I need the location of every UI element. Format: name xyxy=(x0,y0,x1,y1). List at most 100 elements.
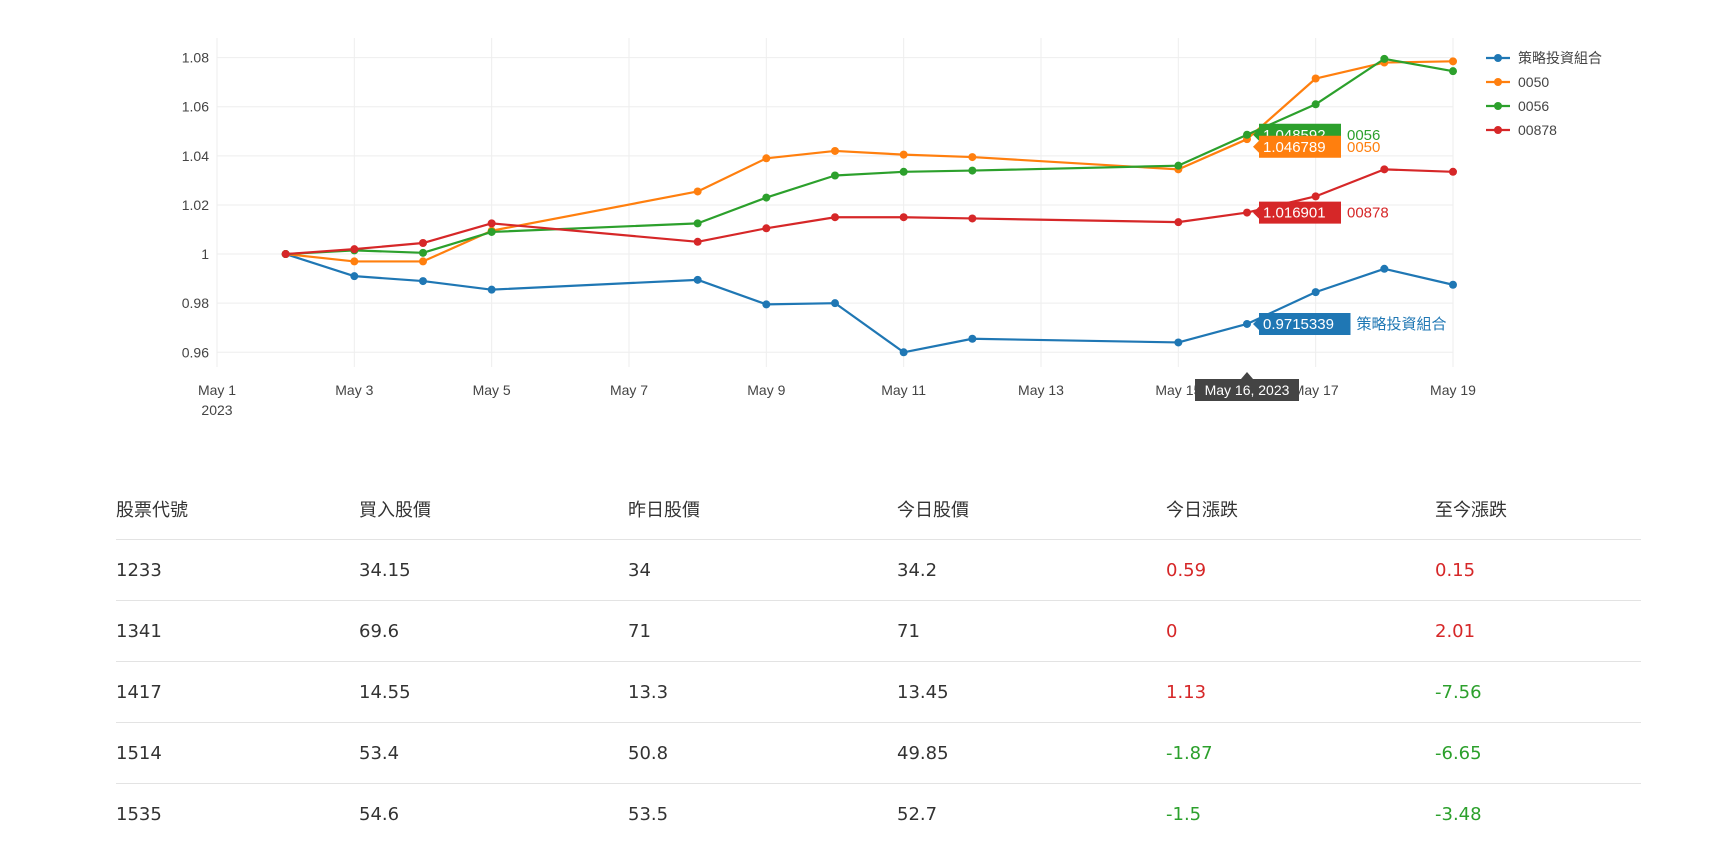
data-point xyxy=(1243,320,1251,328)
cell-buy-price: 69.6 xyxy=(359,601,628,662)
data-point xyxy=(694,276,702,284)
data-point xyxy=(1312,288,1320,296)
performance-chart[interactable]: 0.960.9811.021.041.061.08May 12023May 3M… xyxy=(0,0,1734,440)
data-point xyxy=(1380,165,1388,173)
y-tick-label: 1 xyxy=(201,246,209,262)
cell-stock-code: 1417 xyxy=(116,662,359,723)
data-point xyxy=(419,249,427,257)
data-point xyxy=(968,153,976,161)
header-yesterday-price: 昨日股價 xyxy=(628,478,897,540)
data-point xyxy=(488,219,496,227)
data-point xyxy=(419,239,427,247)
x-tick-label: May 17 xyxy=(1293,382,1339,398)
y-tick-label: 1.06 xyxy=(182,99,209,115)
data-point xyxy=(1380,265,1388,273)
cell-today-price: 52.7 xyxy=(897,784,1166,844)
legend-swatch-dot xyxy=(1494,78,1502,86)
data-point xyxy=(900,151,908,159)
legend-swatch-dot xyxy=(1494,54,1502,62)
cell-stock-code: 1514 xyxy=(116,723,359,784)
x-tick-label: May 11 xyxy=(881,382,926,398)
cell-total-change: -3.48 xyxy=(1435,784,1641,844)
data-point xyxy=(900,168,908,176)
x-tick-label: May 5 xyxy=(473,382,511,398)
data-point xyxy=(694,219,702,227)
data-point xyxy=(831,213,839,221)
cell-total-change: -7.56 xyxy=(1435,662,1641,723)
cell-stock-code: 1341 xyxy=(116,601,359,662)
cell-stock-code: 1535 xyxy=(116,784,359,844)
table-row: 1341 69.6 71 71 0 2.01 xyxy=(116,601,1641,662)
y-tick-label: 0.96 xyxy=(182,344,209,360)
table-row: 1233 34.15 34 34.2 0.59 0.15 xyxy=(116,540,1641,601)
data-point xyxy=(419,257,427,265)
cell-total-change: -6.65 xyxy=(1435,723,1641,784)
data-point xyxy=(1243,209,1251,217)
cell-today-change: -1.87 xyxy=(1166,723,1435,784)
header-total-change: 至今漲跌 xyxy=(1435,478,1641,540)
hover-label: 1.0467890050 xyxy=(1253,136,1380,158)
hover-x-caret xyxy=(1241,372,1253,379)
cell-today-change: 0.59 xyxy=(1166,540,1435,601)
hover-label-value: 1.016901 xyxy=(1263,205,1326,222)
cell-yesterday-price: 13.3 xyxy=(628,662,897,723)
x-tick-label: May 3 xyxy=(335,382,373,398)
hover-label: 1.016901 00878 xyxy=(1253,202,1389,224)
data-point xyxy=(488,228,496,236)
x-tick-label: May 19 xyxy=(1430,382,1476,398)
hover-label-value: 0.9715339 xyxy=(1263,316,1334,333)
header-today-change: 今日漲跌 xyxy=(1166,478,1435,540)
cell-buy-price: 14.55 xyxy=(359,662,628,723)
legend-label: 0056 xyxy=(1518,98,1549,114)
hover-x-label: May 16, 2023 xyxy=(1205,382,1290,398)
x-tick-label: May 13 xyxy=(1018,382,1064,398)
hover-label-series: 0050 xyxy=(1347,139,1380,156)
data-point xyxy=(762,154,770,162)
y-tick-label: 0.98 xyxy=(182,295,209,311)
y-tick-label: 1.02 xyxy=(182,197,209,213)
cell-today-price: 71 xyxy=(897,601,1166,662)
data-point xyxy=(900,213,908,221)
data-point xyxy=(1174,218,1182,226)
cell-today-change: 1.13 xyxy=(1166,662,1435,723)
data-point xyxy=(419,277,427,285)
x-tick-label: May 15 xyxy=(1155,382,1201,398)
data-point xyxy=(1449,57,1457,65)
header-stock-code: 股票代號 xyxy=(116,478,359,540)
data-point xyxy=(831,299,839,307)
cell-yesterday-price: 50.8 xyxy=(628,723,897,784)
data-point xyxy=(694,187,702,195)
legend-label: 0050 xyxy=(1518,74,1549,90)
cell-yesterday-price: 53.5 xyxy=(628,784,897,844)
data-point xyxy=(488,286,496,294)
hover-label: 0.9715339 策略投資組合 xyxy=(1253,313,1447,335)
cell-yesterday-price: 71 xyxy=(628,601,897,662)
cell-today-change: 0 xyxy=(1166,601,1435,662)
data-point xyxy=(1449,281,1457,289)
table-row: 1514 53.4 50.8 49.85 -1.87 -6.65 xyxy=(116,723,1641,784)
cell-today-price: 13.45 xyxy=(897,662,1166,723)
cell-buy-price: 34.15 xyxy=(359,540,628,601)
legend-label: 00878 xyxy=(1518,122,1557,138)
hover-label-series: 00878 xyxy=(1347,205,1389,222)
data-point xyxy=(1312,100,1320,108)
data-point xyxy=(350,257,358,265)
legend-swatch-dot xyxy=(1494,126,1502,134)
cell-buy-price: 53.4 xyxy=(359,723,628,784)
table-header-row: 股票代號 買入股價 昨日股價 今日股價 今日漲跌 至今漲跌 xyxy=(116,478,1641,540)
data-point xyxy=(968,214,976,222)
cell-total-change: 2.01 xyxy=(1435,601,1641,662)
data-point xyxy=(1174,162,1182,170)
line-chart-svg[interactable]: 0.960.9811.021.041.061.08May 12023May 3M… xyxy=(0,0,1734,440)
data-point xyxy=(282,250,290,258)
x-tick-sublabel: 2023 xyxy=(201,402,232,418)
cell-total-change: 0.15 xyxy=(1435,540,1641,601)
data-point xyxy=(762,300,770,308)
data-point xyxy=(762,224,770,232)
legend-swatch-dot xyxy=(1494,102,1502,110)
hover-label-series: 策略投資組合 xyxy=(1357,316,1447,333)
data-point xyxy=(1174,338,1182,346)
y-tick-label: 1.04 xyxy=(182,148,209,164)
data-point xyxy=(1380,55,1388,63)
data-point xyxy=(1449,67,1457,75)
